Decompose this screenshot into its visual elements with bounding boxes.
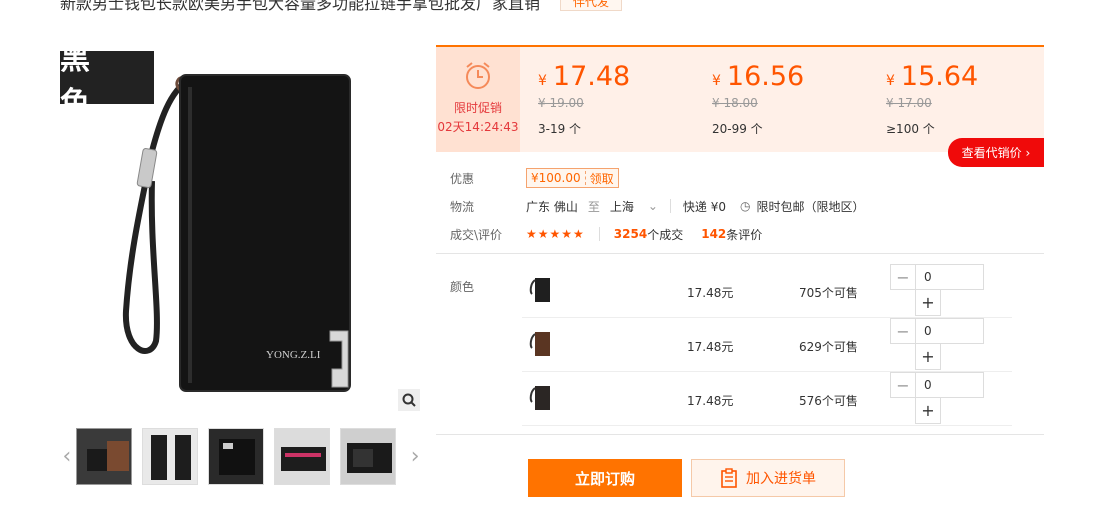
tier-original-price: ¥ 19.00 xyxy=(538,96,584,110)
sku-thumb[interactable] xyxy=(526,328,554,358)
deal-count[interactable]: 3254 xyxy=(614,227,647,241)
free-shipping-text: 限时包邮（限地区） xyxy=(756,199,865,214)
price-tier-2: ¥16.56 ¥ 18.00 20-99 个 xyxy=(712,61,882,137)
sku-stock: 705个可售 xyxy=(799,286,858,300)
review-count[interactable]: 142 xyxy=(701,227,726,241)
product-title-bar: 新款男士钱包长款欧美男手包大容量多功能拉链手拿包批发厂家直销 伴代发 xyxy=(60,0,623,13)
minus-button[interactable]: − xyxy=(890,372,916,398)
sku-price: 17.48元 xyxy=(687,286,734,300)
sku-row-1: 17.48元 705个可售 − 0 + xyxy=(522,264,1012,318)
minus-button[interactable]: − xyxy=(890,264,916,290)
claim-coupon-link: 领取 xyxy=(589,171,614,186)
clipboard-icon xyxy=(721,468,737,488)
zoom-icon[interactable] xyxy=(398,389,420,411)
plus-button[interactable]: + xyxy=(915,398,941,424)
chevron-right-icon: › xyxy=(1021,145,1031,160)
dropship-tag[interactable]: 伴代发 xyxy=(560,0,623,11)
thumbnail-3[interactable] xyxy=(207,427,265,485)
sku-label: 颜色 xyxy=(450,280,475,294)
thumb-prev-icon[interactable]: ‹ xyxy=(58,427,76,485)
minus-button[interactable]: − xyxy=(890,318,916,344)
plus-button[interactable]: + xyxy=(915,290,941,316)
promo-title: 限时促销 xyxy=(453,101,502,115)
quantity-input[interactable]: 0 xyxy=(915,372,984,398)
divider xyxy=(436,253,1044,254)
promo-box: 限时促销 02天14:24:43 xyxy=(436,47,520,152)
quantity-input[interactable]: 0 xyxy=(915,318,984,344)
sku-stock: 576个可售 xyxy=(799,394,858,408)
origin-location: 广东 佛山 xyxy=(526,199,578,214)
plus-button[interactable]: + xyxy=(915,344,941,370)
sku-thumb[interactable] xyxy=(526,382,554,412)
tier-price: 16.56 xyxy=(726,61,805,92)
clock-icon: ◷ xyxy=(740,199,751,213)
tier-price: 15.64 xyxy=(900,61,979,92)
thumbnail-1[interactable] xyxy=(75,427,132,485)
tier-original-price: ¥ 17.00 xyxy=(886,96,932,110)
divider xyxy=(436,434,1044,435)
tier-range: ≥100 个 xyxy=(886,122,935,136)
thumbnail-strip: ‹ › xyxy=(58,427,424,485)
rating-stars: ★★★★★ xyxy=(526,227,585,241)
quantity-input[interactable]: 0 xyxy=(915,264,984,290)
sku-price: 17.48元 xyxy=(687,340,734,354)
svg-text:YONG.Z.LI: YONG.Z.LI xyxy=(266,349,321,361)
sku-stock: 629个可售 xyxy=(799,340,858,354)
sku-row-3: 17.48元 576个可售 − 0 + xyxy=(522,372,1012,426)
price-tier-3: ¥15.64 ¥ 17.00 ≥100 个 xyxy=(886,61,1056,137)
thumbnail-4[interactable] xyxy=(274,427,331,485)
express-fee: 快递 ¥0 xyxy=(682,199,727,214)
discount-row: 优惠 ¥100.00 领取 xyxy=(450,164,1050,192)
chevron-down-icon[interactable]: ⌄ xyxy=(648,199,658,213)
add-to-purchase-list-button[interactable]: 加入进货单 xyxy=(691,459,845,497)
thumbnail-2[interactable] xyxy=(141,427,198,485)
price-tier-1: ¥17.48 ¥ 19.00 3-19 个 xyxy=(538,61,708,137)
sku-row-2: 17.48元 629个可售 − 0 + xyxy=(522,318,1012,372)
tier-range: 20-99 个 xyxy=(712,122,763,136)
view-agent-price-button[interactable]: 查看代销价 › xyxy=(948,138,1044,167)
destination-select[interactable]: 上海 xyxy=(610,198,634,215)
quantity-stepper: − 0 + xyxy=(890,264,984,316)
quantity-stepper: − 0 + xyxy=(890,372,984,424)
logistics-row: 物流 广东 佛山 至 上海 ⌄ 快递 ¥0 ◷ 限时包邮（限地区） xyxy=(450,198,865,215)
main-product-image[interactable]: YONG.Z.LI 黑 色 xyxy=(60,42,420,411)
alarm-clock-icon xyxy=(466,62,490,89)
sku-price: 17.48元 xyxy=(687,394,734,408)
order-now-button[interactable]: 立即订购 xyxy=(528,459,682,497)
thumb-next-icon[interactable]: › xyxy=(406,427,424,485)
tier-price: 17.48 xyxy=(552,61,631,92)
quantity-stepper: − 0 + xyxy=(890,318,984,370)
info-rows: 优惠 ¥100.00 领取 物流 广东 佛山 至 上海 ⌄ 快递 ¥0 ◷ 限时包… xyxy=(450,164,1050,248)
deals-row: 成交\评价 ★★★★★ 3254 个成交 142 条评价 xyxy=(450,227,763,242)
sku-thumb[interactable] xyxy=(526,274,554,304)
promo-countdown: 02天14:24:43 xyxy=(437,120,519,134)
thumbnail-5[interactable] xyxy=(340,427,397,485)
coupon-badge[interactable]: ¥100.00 领取 xyxy=(526,168,619,188)
tier-original-price: ¥ 18.00 xyxy=(712,96,758,110)
tier-range: 3-19 个 xyxy=(538,122,582,136)
price-panel: 限时促销 02天14:24:43 ¥17.48 ¥ 19.00 3-19 个 ¥… xyxy=(436,45,1044,167)
product-title: 新款男士钱包长款欧美男手包大容量多功能拉链手拿包批发厂家直销 xyxy=(60,0,541,13)
color-label-badge: 黑 色 xyxy=(60,42,154,121)
